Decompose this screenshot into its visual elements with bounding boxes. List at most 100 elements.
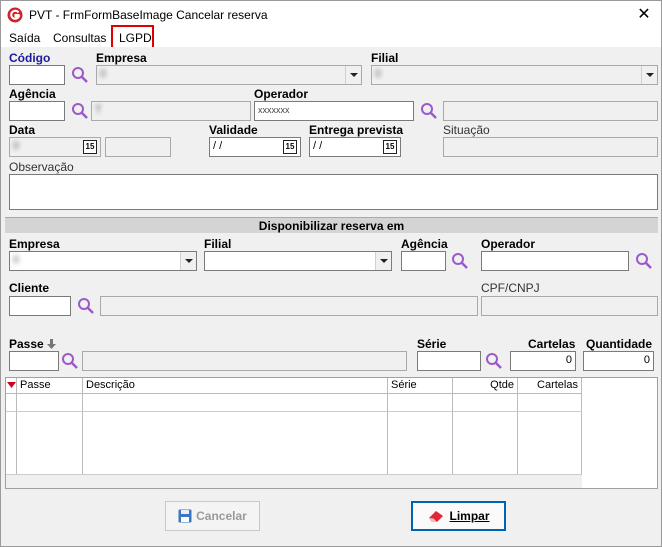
- quantidade-label: Quantidade: [586, 337, 653, 351]
- menu-saida[interactable]: Saída: [9, 31, 40, 45]
- app-logo-icon: [7, 7, 23, 23]
- sort-down-icon: [47, 339, 56, 349]
- quantidade-value: 0: [643, 354, 650, 366]
- validade-label: Validade: [209, 123, 258, 137]
- data-time-field: [105, 137, 171, 157]
- search-icon[interactable]: [485, 352, 503, 370]
- row-indicator-header: [6, 378, 17, 394]
- cliente-input[interactable]: [9, 296, 71, 316]
- sort-desc-icon: [7, 382, 16, 388]
- passe-label: Passe: [9, 337, 44, 351]
- cpf-field: [481, 296, 658, 316]
- grid-cell[interactable]: [388, 394, 453, 412]
- col-descricao[interactable]: Descrição: [83, 378, 388, 394]
- observacao-label: Observação: [9, 160, 74, 174]
- cancelar-label: Cancelar: [196, 509, 247, 523]
- grid-cell[interactable]: [518, 412, 582, 474]
- grid-cell[interactable]: [453, 412, 518, 474]
- close-button[interactable]: ✕: [633, 4, 655, 26]
- horizontal-scrollbar[interactable]: [6, 474, 582, 488]
- grid-cell[interactable]: [518, 394, 582, 412]
- situacao-field: [443, 137, 658, 157]
- disp-operador-label: Operador: [481, 237, 536, 251]
- disp-empresa-value: 0: [13, 254, 20, 266]
- cancelar-button[interactable]: Cancelar: [165, 501, 260, 531]
- limpar-label: Limpar: [449, 509, 490, 523]
- search-icon[interactable]: [61, 352, 79, 370]
- eraser-icon: [429, 511, 444, 522]
- chevron-down-icon: [345, 66, 361, 84]
- disp-filial-label: Filial: [204, 237, 232, 251]
- calendar-icon[interactable]: 15: [383, 140, 397, 154]
- agencia-name-field: T: [91, 101, 251, 121]
- codigo-label: Código: [9, 51, 51, 65]
- empresa-label: Empresa: [96, 51, 147, 65]
- serie-input[interactable]: [417, 351, 481, 371]
- disp-filial-select[interactable]: [204, 251, 392, 271]
- search-icon[interactable]: [71, 66, 89, 84]
- chevron-down-icon: [375, 252, 391, 270]
- calendar-icon: 15: [83, 140, 97, 154]
- menu-consultas[interactable]: Consultas: [53, 31, 106, 45]
- col-serie[interactable]: Série: [388, 378, 453, 394]
- operador-value: xxxxxxx: [258, 105, 290, 115]
- chevron-down-icon: [180, 252, 196, 270]
- observacao-textarea[interactable]: [9, 174, 658, 210]
- passe-input[interactable]: [9, 351, 59, 371]
- grid-cell[interactable]: [17, 412, 83, 474]
- menu-bar: Saída Consultas LGPD: [1, 29, 661, 47]
- passe-desc-field: [82, 351, 407, 371]
- agencia-name-value: T: [95, 104, 102, 116]
- quantidade-input[interactable]: 0: [583, 351, 654, 371]
- grid-cell[interactable]: [83, 394, 388, 412]
- chevron-down-icon: [641, 66, 657, 84]
- grid-cell[interactable]: [17, 394, 83, 412]
- agencia-label: Agência: [9, 87, 56, 101]
- search-icon[interactable]: [451, 252, 469, 270]
- section-title: Disponibilizar reserva em: [5, 217, 658, 233]
- disp-agencia-label: Agência: [401, 237, 448, 251]
- operador-name-field: [443, 101, 658, 121]
- search-icon[interactable]: [635, 252, 653, 270]
- entrega-value: / /: [313, 140, 323, 152]
- grid-cell[interactable]: [388, 412, 453, 474]
- grid-cell[interactable]: [83, 412, 388, 474]
- operador-input[interactable]: xxxxxxx: [254, 101, 414, 121]
- cpf-label: CPF/CNPJ: [481, 281, 540, 295]
- entrega-label: Entrega prevista: [309, 123, 404, 137]
- agencia-input[interactable]: [9, 101, 65, 121]
- row-indicator: [6, 412, 17, 474]
- data-label: Data: [9, 123, 36, 137]
- empresa-value: 0: [100, 68, 107, 80]
- passes-grid[interactable]: Passe Descrição Série Qtde Cartelas: [5, 377, 658, 489]
- disp-empresa-select[interactable]: 0: [9, 251, 197, 271]
- search-icon[interactable]: [71, 102, 89, 120]
- disp-empresa-label: Empresa: [9, 237, 60, 251]
- filial-select[interactable]: 0: [371, 65, 658, 85]
- empresa-select[interactable]: 0: [96, 65, 362, 85]
- col-passe[interactable]: Passe: [17, 378, 83, 394]
- row-indicator: [6, 394, 17, 412]
- cartelas-label: Cartelas: [528, 337, 576, 351]
- limpar-button[interactable]: Limpar: [411, 501, 506, 531]
- search-icon[interactable]: [77, 297, 95, 315]
- title-bar: PVT - FrmFormBaseImage Cancelar reserva …: [1, 1, 661, 29]
- form-panel: Código Empresa 0 Filial 0 Agência T Oper…: [5, 47, 658, 537]
- col-cartelas[interactable]: Cartelas: [518, 378, 582, 394]
- filial-value: 0: [375, 68, 382, 80]
- operador-label: Operador: [254, 87, 309, 101]
- calendar-icon[interactable]: 15: [283, 140, 297, 154]
- cartelas-value: 0: [565, 354, 572, 366]
- serie-label: Série: [417, 337, 447, 351]
- cliente-label: Cliente: [9, 281, 50, 295]
- codigo-input[interactable]: [9, 65, 65, 85]
- disp-operador-input[interactable]: [481, 251, 629, 271]
- cartelas-input[interactable]: 0: [510, 351, 576, 371]
- grid-cell[interactable]: [453, 394, 518, 412]
- validade-value: / /: [213, 140, 223, 152]
- disp-agencia-input[interactable]: [401, 251, 446, 271]
- search-icon[interactable]: [420, 102, 438, 120]
- data-value: 0: [13, 140, 20, 152]
- window: PVT - FrmFormBaseImage Cancelar reserva …: [0, 0, 662, 547]
- col-qtde[interactable]: Qtde: [453, 378, 518, 394]
